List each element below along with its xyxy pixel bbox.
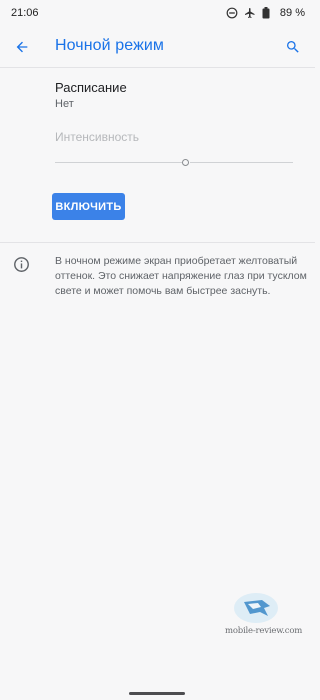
schedule-setting[interactable]: Расписание Нет: [55, 80, 305, 116]
watermark-text: mobile-review.com: [225, 626, 303, 636]
intensity-slider[interactable]: [55, 156, 293, 170]
gesture-handle[interactable]: [129, 692, 185, 695]
schedule-value: Нет: [55, 98, 74, 110]
slider-thumb[interactable]: [182, 159, 189, 166]
search-button[interactable]: [281, 35, 305, 59]
battery-percent: 89 %: [279, 7, 305, 19]
info-icon: [13, 256, 30, 273]
slider-track-inactive: [190, 162, 293, 163]
airplane-icon: [244, 7, 256, 19]
dnd-icon: [226, 7, 238, 19]
status-icons: 89 %: [226, 7, 305, 19]
search-icon: [285, 39, 301, 55]
info-text: В ночном режиме экран приобретает желтов…: [55, 255, 307, 297]
status-time: 21:06: [11, 7, 39, 19]
divider: [0, 242, 315, 243]
page-title: Ночной режим: [55, 37, 165, 54]
app-bar: Ночной режим: [0, 26, 315, 68]
schedule-title: Расписание: [55, 80, 127, 95]
battery-icon: [262, 7, 274, 19]
enable-button[interactable]: ВКЛЮЧИТЬ: [52, 193, 125, 220]
status-bar: 21:06 89 %: [0, 0, 315, 26]
intensity-label: Интенсивность: [55, 130, 140, 144]
navigation-bar: [0, 684, 315, 700]
slider-track-active: [55, 162, 182, 163]
arrow-back-icon: [14, 39, 30, 55]
back-button[interactable]: [10, 35, 34, 59]
